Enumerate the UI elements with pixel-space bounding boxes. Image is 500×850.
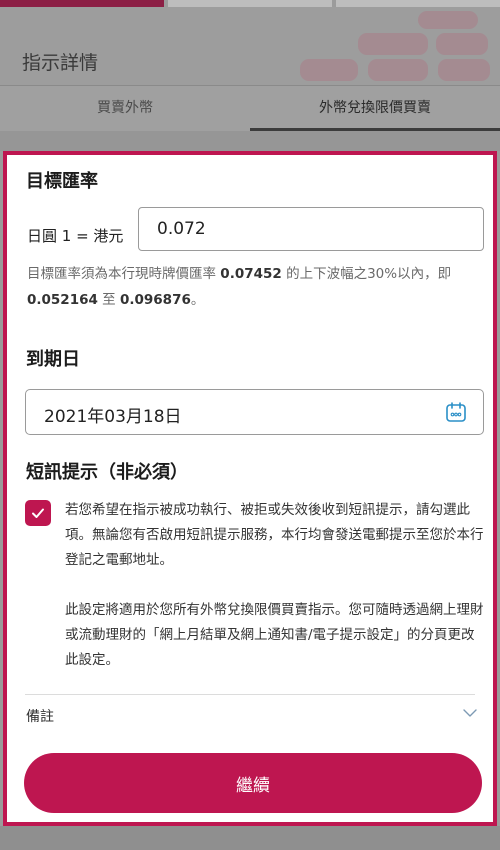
decorative-shape <box>436 33 488 55</box>
decorative-shape <box>418 11 478 29</box>
progress-step <box>336 0 500 7</box>
divider <box>25 694 475 695</box>
target-rate-hint: 目標匯率須為本行現時牌價匯率 0.07452 的上下波幅之30%以內，即 0.0… <box>27 261 482 313</box>
background-footer <box>0 826 500 850</box>
page-title: 指示詳情 <box>22 52 99 74</box>
min-rate-value: 0.052164 <box>27 292 98 308</box>
decorative-shape <box>438 59 490 81</box>
sms-alert-title: 短訊提示（非必須） <box>26 462 188 483</box>
sms-alert-paragraph: 若您希望在指示被成功執行、被拒或失效後收到短訊提示，請勾選此項。無論您有否啟用短… <box>65 502 484 568</box>
continue-button[interactable]: 繼續 <box>24 753 482 813</box>
sms-alert-paragraph: 此設定將適用於您所有外幣兌換限價買賣指示。您可隨時透過網上理財或流動理財的「網上… <box>65 602 484 668</box>
target-rate-title: 目標匯率 <box>26 171 98 192</box>
tab-bar: 買賣外幣 外幣兌換限價買賣 <box>0 85 500 131</box>
decorative-shape <box>368 59 428 81</box>
hint-text: 至 <box>97 292 120 308</box>
sms-alert-checkbox[interactable] <box>25 500 51 526</box>
decorative-shape <box>300 59 358 81</box>
background-strip <box>0 131 500 151</box>
progress-step <box>168 0 332 7</box>
hint-text: 。 <box>190 292 205 308</box>
rate-prefix-label: 日圓 1 = 港元 <box>27 227 124 245</box>
calendar-icon[interactable] <box>445 401 467 423</box>
progress-indicator <box>0 0 500 7</box>
current-rate-value: 0.07452 <box>220 266 282 282</box>
sms-alert-description: 若您希望在指示被成功執行、被拒或失效後收到短訊提示，請勾選此項。無論您有否啟用短… <box>65 498 485 673</box>
remarks-label[interactable]: 備註 <box>26 706 54 726</box>
max-rate-value: 0.096876 <box>119 292 191 308</box>
expiry-date-value: 2021年03月18日 <box>44 407 182 427</box>
progress-step <box>0 0 164 7</box>
target-rate-input[interactable] <box>138 207 484 251</box>
expiry-date-field[interactable]: 2021年03月18日 <box>25 389 484 435</box>
decorative-shape <box>358 33 428 55</box>
tab-buy-sell-fx[interactable]: 買賣外幣 <box>0 86 250 131</box>
expiry-date-title: 到期日 <box>26 349 80 370</box>
checkmark-icon <box>32 508 44 518</box>
tab-fx-limit-order[interactable]: 外幣兌換限價買賣 <box>250 86 500 131</box>
chevron-down-icon[interactable] <box>463 708 477 718</box>
order-details-panel: 目標匯率 日圓 1 = 港元 目標匯率須為本行現時牌價匯率 0.07452 的上… <box>3 151 497 826</box>
hint-text: 的上下波幅之30%以內，即 <box>281 266 452 282</box>
hint-text: 目標匯率須為本行現時牌價匯率 <box>27 266 221 282</box>
